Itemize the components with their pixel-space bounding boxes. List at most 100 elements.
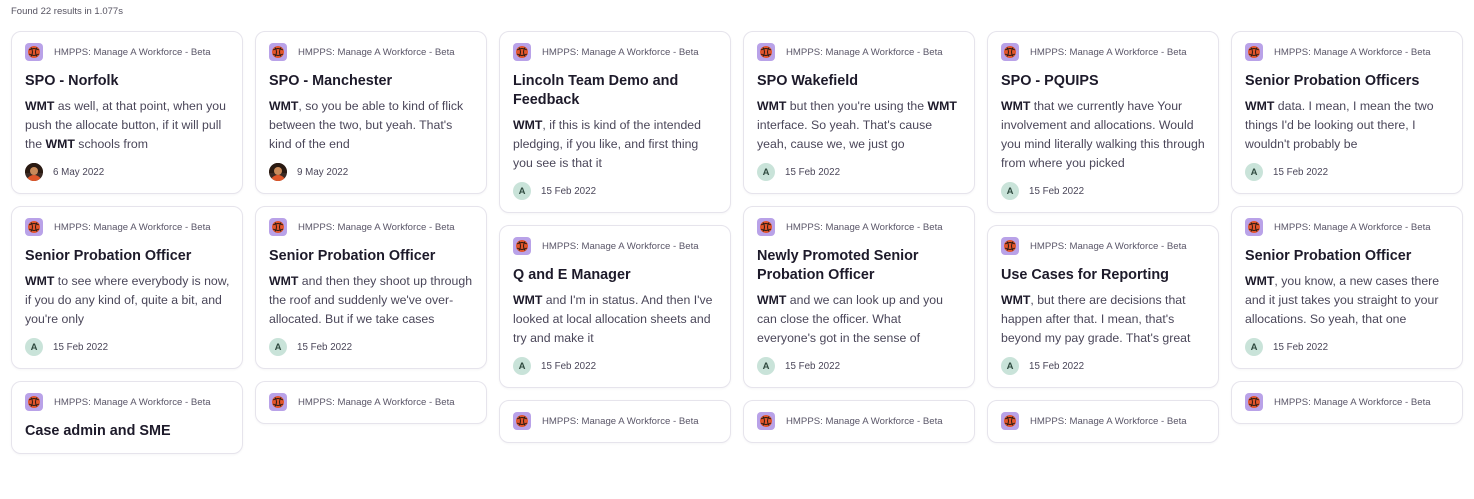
source-row: HMPPS: Manage A Workforce - Beta xyxy=(25,43,230,61)
result-card[interactable]: HMPPS: Manage A Workforce - Beta Senior P… xyxy=(1231,31,1463,194)
result-meta: 6 May 2022 xyxy=(25,163,230,181)
result-meta: A 15 Feb 2022 xyxy=(1245,163,1450,181)
result-card[interactable]: HMPPS: Manage A Workforce - Beta xyxy=(743,400,975,443)
result-snippet: WMT but then you're using the WMT interf… xyxy=(757,99,957,151)
project-logo-icon xyxy=(1245,393,1263,411)
result-meta: 9 May 2022 xyxy=(269,163,474,181)
result-card[interactable]: HMPPS: Manage A Workforce - Beta Senior P… xyxy=(11,206,243,369)
project-logo-icon xyxy=(513,43,531,61)
source-row: HMPPS: Manage A Workforce - Beta xyxy=(757,218,962,236)
project-logo-icon xyxy=(757,43,775,61)
result-card[interactable]: HMPPS: Manage A Workforce - Beta xyxy=(1231,381,1463,424)
result-meta: A 15 Feb 2022 xyxy=(25,338,230,356)
result-card[interactable]: HMPPS: Manage A Workforce - Beta Senior P… xyxy=(1231,206,1463,369)
source-row: HMPPS: Manage A Workforce - Beta xyxy=(1001,237,1206,255)
source-row: HMPPS: Manage A Workforce - Beta xyxy=(757,412,962,430)
source-name: HMPPS: Manage A Workforce - Beta xyxy=(542,240,699,252)
result-date: 6 May 2022 xyxy=(53,166,105,178)
result-title[interactable]: Q and E Manager xyxy=(513,266,718,285)
result-card[interactable]: HMPPS: Manage A Workforce - Beta xyxy=(255,381,487,424)
result-date: 15 Feb 2022 xyxy=(541,360,597,372)
result-title[interactable]: Senior Probation Officer xyxy=(269,247,474,266)
result-title[interactable]: Senior Probation Officer xyxy=(1245,247,1450,266)
source-name: HMPPS: Manage A Workforce - Beta xyxy=(542,415,699,427)
result-card[interactable]: HMPPS: Manage A Workforce - Beta SPO - Ma… xyxy=(255,31,487,194)
source-name: HMPPS: Manage A Workforce - Beta xyxy=(786,46,943,58)
result-snippet: WMT and I'm in status. And then I've loo… xyxy=(513,293,713,345)
source-name: HMPPS: Manage A Workforce - Beta xyxy=(54,46,211,58)
result-card[interactable]: HMPPS: Manage A Workforce - Beta SPO - PQ… xyxy=(987,31,1219,213)
result-title[interactable]: Senior Probation Officer xyxy=(25,247,230,266)
result-snippet: WMT data. I mean, I mean the two things … xyxy=(1245,99,1434,151)
result-card[interactable]: HMPPS: Manage A Workforce - Beta Q and E … xyxy=(499,225,731,388)
result-meta: A 15 Feb 2022 xyxy=(1001,357,1206,375)
result-snippet: WMT, so you be able to kind of flick bet… xyxy=(269,99,464,151)
result-card[interactable]: HMPPS: Manage A Workforce - Beta Use Case… xyxy=(987,225,1219,388)
source-row: HMPPS: Manage A Workforce - Beta xyxy=(269,393,474,411)
result-snippet: WMT to see where everybody is now, if yo… xyxy=(25,274,230,326)
result-date: 15 Feb 2022 xyxy=(1029,185,1085,197)
result-card[interactable]: HMPPS: Manage A Workforce - Beta Newly Pr… xyxy=(743,206,975,388)
results-column: HMPPS: Manage A Workforce - Beta Lincoln … xyxy=(499,31,731,455)
result-card[interactable]: HMPPS: Manage A Workforce - Beta SPO Wake… xyxy=(743,31,975,194)
source-name: HMPPS: Manage A Workforce - Beta xyxy=(54,221,211,233)
avatar: A xyxy=(269,338,287,356)
result-card[interactable]: HMPPS: Manage A Workforce - Beta Lincoln … xyxy=(499,31,731,213)
source-row: HMPPS: Manage A Workforce - Beta xyxy=(513,412,718,430)
source-name: HMPPS: Manage A Workforce - Beta xyxy=(1274,46,1431,58)
results-column: HMPPS: Manage A Workforce - Beta SPO - PQ… xyxy=(987,31,1219,455)
result-title[interactable]: Lincoln Team Demo and Feedback xyxy=(513,72,718,110)
result-date: 15 Feb 2022 xyxy=(1273,166,1329,178)
result-date: 15 Feb 2022 xyxy=(297,341,353,353)
project-logo-icon xyxy=(1245,43,1263,61)
source-row: HMPPS: Manage A Workforce - Beta xyxy=(513,43,718,61)
result-card[interactable]: HMPPS: Manage A Workforce - Beta Case adm… xyxy=(11,381,243,454)
avatar: A xyxy=(25,338,43,356)
result-meta: A 15 Feb 2022 xyxy=(757,357,962,375)
source-row: HMPPS: Manage A Workforce - Beta xyxy=(513,237,718,255)
results-column: HMPPS: Manage A Workforce - Beta SPO Wake… xyxy=(743,31,975,455)
result-title[interactable]: Newly Promoted Senior Probation Officer xyxy=(757,247,962,285)
results-column: HMPPS: Manage A Workforce - Beta SPO - No… xyxy=(11,31,243,461)
avatar: A xyxy=(513,182,531,200)
avatar: A xyxy=(1245,338,1263,356)
result-title[interactable]: Use Cases for Reporting xyxy=(1001,266,1206,285)
avatar xyxy=(25,163,43,181)
result-card[interactable]: HMPPS: Manage A Workforce - Beta xyxy=(987,400,1219,443)
avatar: A xyxy=(1001,357,1019,375)
result-snippet: WMT, but there are decisions that happen… xyxy=(1001,293,1191,345)
avatar: A xyxy=(757,163,775,181)
result-title[interactable]: Case admin and SME xyxy=(25,422,230,441)
source-row: HMPPS: Manage A Workforce - Beta xyxy=(25,218,230,236)
result-title[interactable]: SPO - Norfolk xyxy=(25,72,230,91)
result-title[interactable]: Senior Probation Officers xyxy=(1245,72,1450,91)
result-title[interactable]: SPO - PQUIPS xyxy=(1001,72,1206,91)
result-card[interactable]: HMPPS: Manage A Workforce - Beta Senior P… xyxy=(255,206,487,369)
source-row: HMPPS: Manage A Workforce - Beta xyxy=(269,218,474,236)
result-card[interactable]: HMPPS: Manage A Workforce - Beta SPO - No… xyxy=(11,31,243,194)
source-name: HMPPS: Manage A Workforce - Beta xyxy=(298,221,455,233)
avatar: A xyxy=(1001,182,1019,200)
result-card[interactable]: HMPPS: Manage A Workforce - Beta xyxy=(499,400,731,443)
project-logo-icon xyxy=(757,218,775,236)
project-logo-icon xyxy=(1001,237,1019,255)
project-logo-icon xyxy=(513,237,531,255)
source-name: HMPPS: Manage A Workforce - Beta xyxy=(1030,240,1187,252)
result-meta: A 15 Feb 2022 xyxy=(269,338,474,356)
avatar: A xyxy=(513,357,531,375)
result-meta: A 15 Feb 2022 xyxy=(513,182,718,200)
result-snippet: WMT as well, at that point, when you pus… xyxy=(25,99,226,151)
result-meta: A 15 Feb 2022 xyxy=(757,163,962,181)
result-title[interactable]: SPO - Manchester xyxy=(269,72,474,91)
project-logo-icon xyxy=(25,43,43,61)
source-name: HMPPS: Manage A Workforce - Beta xyxy=(786,221,943,233)
project-logo-icon xyxy=(1245,218,1263,236)
result-title[interactable]: SPO Wakefield xyxy=(757,72,962,91)
source-name: HMPPS: Manage A Workforce - Beta xyxy=(1274,396,1431,408)
source-row: HMPPS: Manage A Workforce - Beta xyxy=(1245,218,1450,236)
source-name: HMPPS: Manage A Workforce - Beta xyxy=(298,396,455,408)
avatar xyxy=(269,163,287,181)
result-snippet: WMT, you know, a new cases there and it … xyxy=(1245,274,1440,326)
project-logo-icon xyxy=(757,412,775,430)
results-column: HMPPS: Manage A Workforce - Beta SPO - Ma… xyxy=(255,31,487,436)
